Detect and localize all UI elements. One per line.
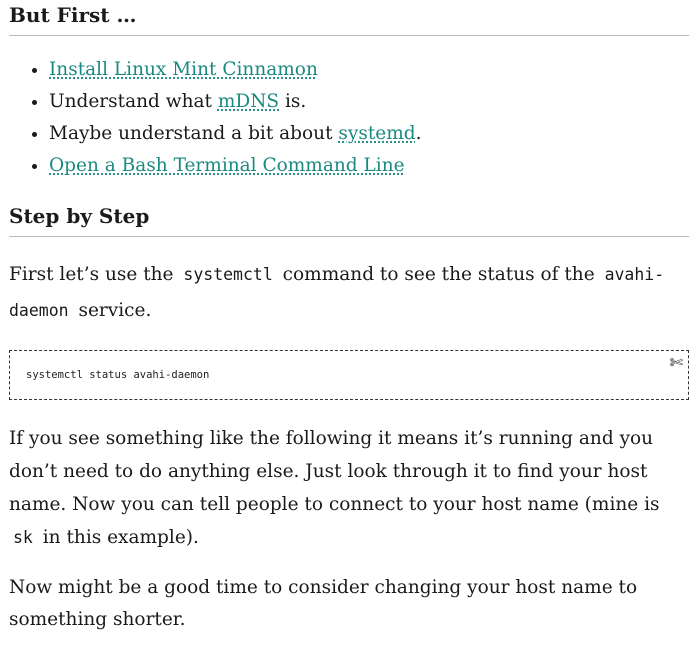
- section-heading-but-first: But First …: [9, 0, 689, 36]
- code-block: systemctl status avahi-daemon ✄: [9, 350, 689, 400]
- paragraph-text: service.: [72, 300, 152, 321]
- list-item: Maybe understand a bit about systemd.: [49, 118, 689, 150]
- prerequisites-list: Install Linux Mint Cinnamon Understand w…: [9, 54, 689, 182]
- paragraph-text: First let’s use the: [9, 264, 180, 285]
- list-item-text: .: [415, 123, 422, 144]
- link-systemd[interactable]: systemd: [338, 123, 415, 144]
- section-heading-step-by-step: Step by Step: [9, 200, 689, 237]
- list-item-text: Understand what: [49, 91, 218, 112]
- paragraph-text: in this example).: [36, 527, 199, 548]
- scissors-icon[interactable]: ✄: [670, 353, 683, 372]
- link-install-linux-mint[interactable]: Install Linux Mint Cinnamon: [49, 59, 318, 80]
- paragraph-hostname-tip: Now might be a good time to consider cha…: [9, 577, 638, 630]
- list-item: Open a Bash Terminal Command Line: [49, 150, 689, 182]
- paragraph-text: command to see the status of the: [276, 264, 601, 285]
- paragraph-text: If you see something like the following …: [9, 428, 660, 515]
- paragraph-intro: First let’s use the systemctl command to…: [9, 257, 689, 329]
- inline-code-hostname: sk: [13, 528, 33, 547]
- list-item: Understand what mDNS is.: [49, 86, 689, 118]
- article-content: But First … Install Linux Mint Cinnamon …: [9, 0, 689, 636]
- paragraph-running: If you see something like the following …: [9, 422, 689, 554]
- list-item-text: is.: [279, 91, 307, 112]
- list-item-text: Maybe understand a bit about: [49, 123, 339, 144]
- code-text[interactable]: systemctl status avahi-daemon: [26, 369, 209, 381]
- inline-code-systemctl: systemctl: [183, 265, 273, 284]
- link-open-bash-terminal[interactable]: Open a Bash Terminal Command Line: [49, 155, 405, 176]
- link-mdns[interactable]: mDNS: [218, 91, 279, 112]
- list-item: Install Linux Mint Cinnamon: [49, 54, 689, 86]
